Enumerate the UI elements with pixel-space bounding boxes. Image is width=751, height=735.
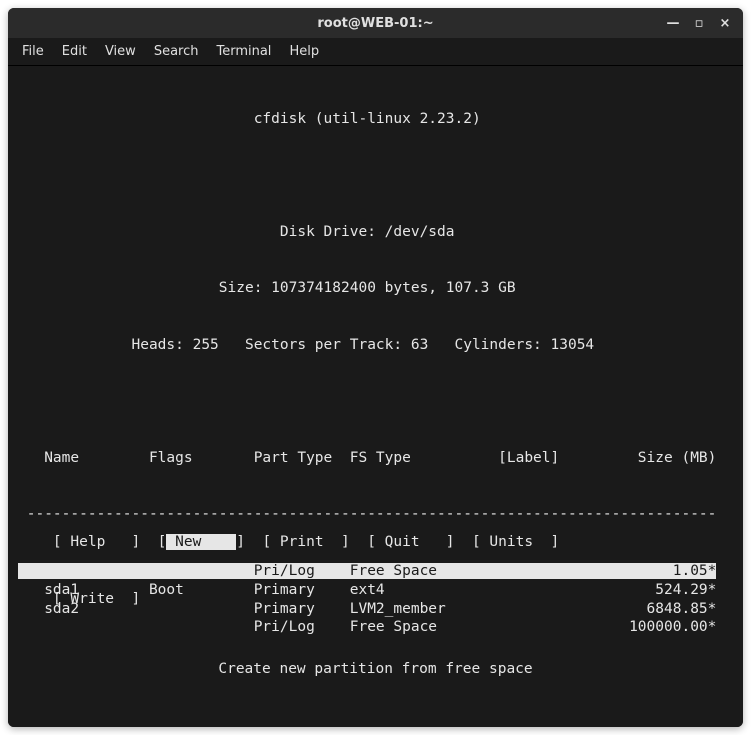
new-button[interactable]: New	[166, 534, 236, 550]
column-header: Name Flags Part Type FS Type [Label] Siz…	[18, 449, 733, 468]
close-icon[interactable]: ×	[713, 12, 737, 34]
window-title: root@WEB-01:~	[317, 16, 433, 31]
blank	[18, 392, 733, 411]
maximize-icon[interactable]: ▫	[687, 12, 711, 34]
menu-help[interactable]: Help	[289, 44, 319, 59]
titlebar: root@WEB-01:~ — ▫ ×	[8, 8, 743, 38]
menubar: File Edit View Search Terminal Help	[8, 38, 743, 66]
header-drive: Disk Drive: /dev/sda	[18, 223, 733, 242]
minimize-icon[interactable]: —	[661, 12, 685, 34]
window-controls: — ▫ ×	[661, 12, 737, 34]
menu-view[interactable]: View	[105, 44, 136, 59]
action-row-2: [ Write ]	[18, 590, 733, 609]
header-geom: Heads: 255 Sectors per Track: 63 Cylinde…	[18, 336, 733, 355]
menu-terminal[interactable]: Terminal	[216, 44, 271, 59]
action-row-1: [ Help ] [ New ] [ Print ] [ Quit ] [ Un…	[18, 533, 733, 552]
menu-file[interactable]: File	[22, 44, 44, 59]
bottom-area: [ Help ] [ New ] [ Print ] [ Quit ] [ Un…	[18, 495, 733, 716]
terminal-content[interactable]: cfdisk (util-linux 2.23.2) Disk Drive: /…	[8, 66, 743, 727]
hint-line: Create new partition from free space	[18, 660, 733, 679]
menu-search[interactable]: Search	[154, 44, 199, 59]
blank	[18, 166, 733, 185]
terminal-window: root@WEB-01:~ — ▫ × File Edit View Searc…	[8, 8, 743, 727]
header-size: Size: 107374182400 bytes, 107.3 GB	[18, 279, 733, 298]
header-app: cfdisk (util-linux 2.23.2)	[18, 110, 733, 129]
menu-edit[interactable]: Edit	[62, 44, 87, 59]
